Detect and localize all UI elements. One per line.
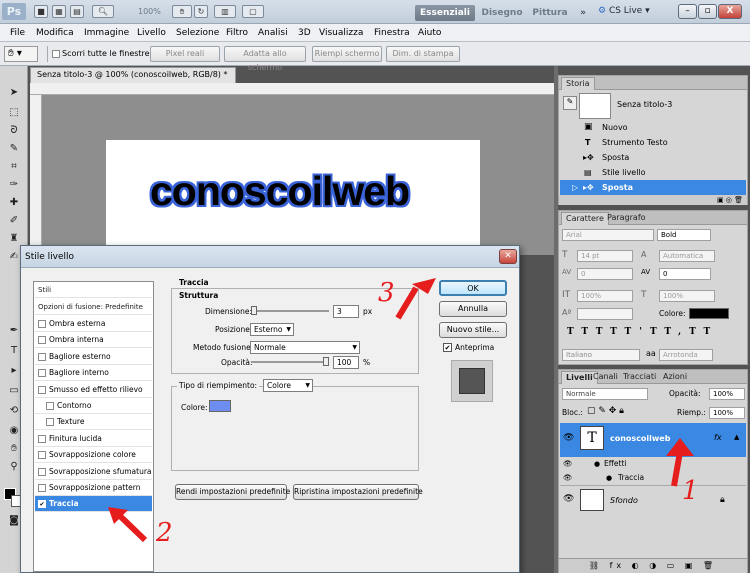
annotation-arrows xyxy=(108,278,694,543)
annotation-1: 1 xyxy=(682,476,699,506)
annotation-2: 2 xyxy=(156,518,173,548)
annotation-3: 3 xyxy=(378,278,395,308)
